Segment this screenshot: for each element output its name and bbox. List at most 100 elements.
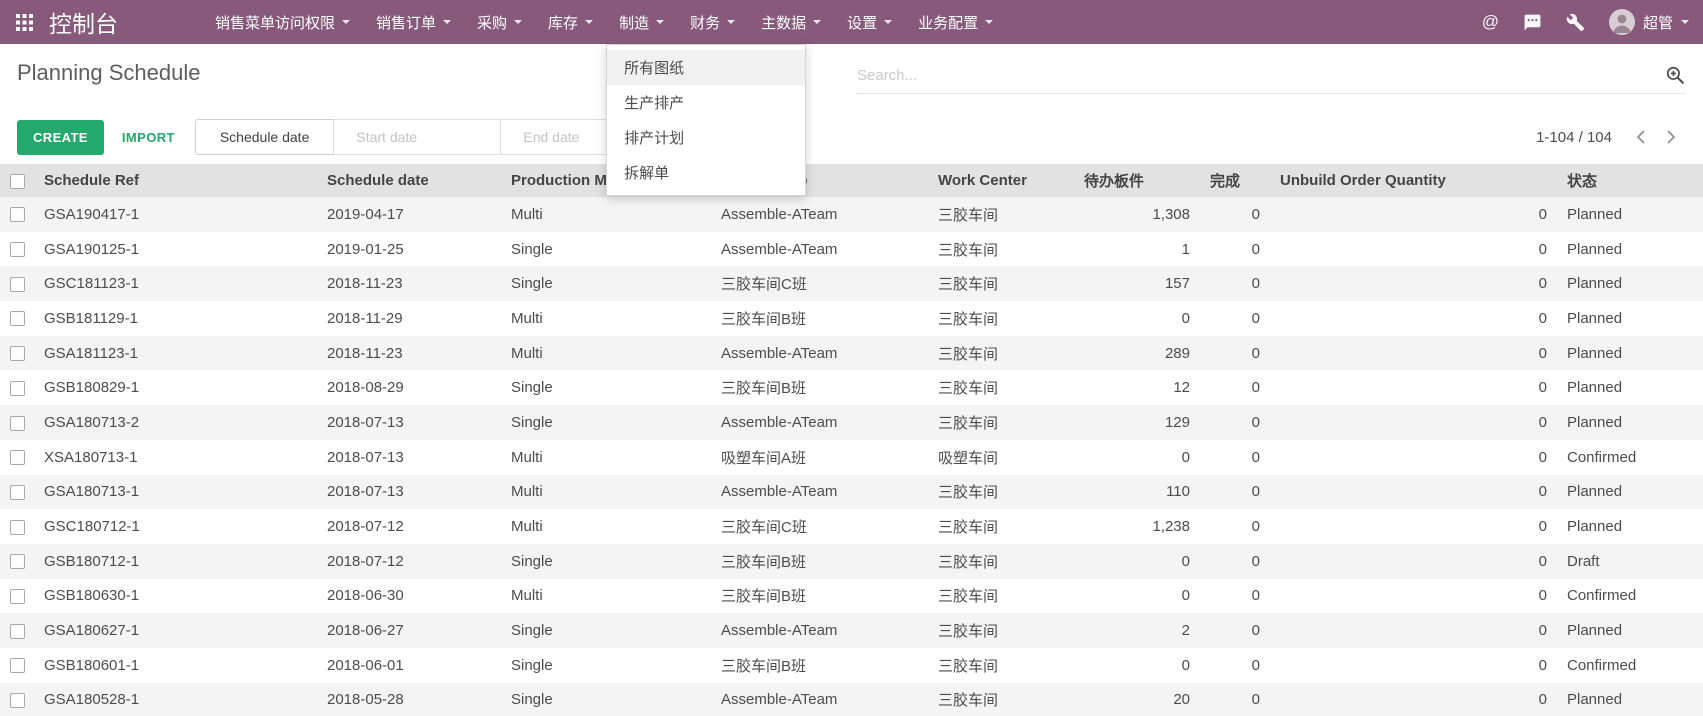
column-header-work-center[interactable]: Work Center xyxy=(928,164,1074,197)
apps-grid-icon[interactable] xyxy=(16,14,33,31)
cell-work-center: 三胶车间 xyxy=(928,579,1074,614)
cell-schedule-ref: GSA180713-1 xyxy=(34,475,317,510)
dropdown-menu-item[interactable]: 拆解单 xyxy=(607,155,805,190)
caret-down-icon xyxy=(656,20,664,24)
cell-pending-boards: 110 xyxy=(1074,475,1200,510)
row-checkbox[interactable] xyxy=(10,346,25,361)
create-button[interactable]: CREATE xyxy=(17,120,104,155)
table-row[interactable]: GSC181123-1 2018-11-23 Single 三胶车间C班 三胶车… xyxy=(0,266,1703,301)
menu-inventory[interactable]: 库存 xyxy=(535,0,606,44)
cell-schedule-ref: GSB180829-1 xyxy=(34,370,317,405)
top-navbar: 控制台 销售菜单访问权限 销售订单 采购 库存 制造 所有图纸 生产排产 排产计… xyxy=(0,0,1703,44)
column-header-done[interactable]: 完成 xyxy=(1200,164,1270,197)
select-all-checkbox[interactable] xyxy=(10,174,25,189)
row-checkbox[interactable] xyxy=(10,381,25,396)
row-checkbox[interactable] xyxy=(10,589,25,604)
table-row[interactable]: GSB180712-1 2018-07-12 Single 三胶车间B班 三胶车… xyxy=(0,544,1703,579)
mentions-icon[interactable]: @ xyxy=(1482,12,1499,32)
cell-status: Planned xyxy=(1557,197,1703,232)
cell-schedule-ref: XSA180713-1 xyxy=(34,440,317,475)
cell-schedule-ref: GSB180601-1 xyxy=(34,648,317,683)
cell-schedule-ref: GSA180528-1 xyxy=(34,683,317,716)
table-row[interactable]: GSA181123-1 2018-11-23 Multi Assemble-AT… xyxy=(0,336,1703,371)
advanced-search-zoom-icon[interactable] xyxy=(1665,65,1686,86)
cell-work-center: 三胶车间 xyxy=(928,613,1074,648)
chat-icon[interactable] xyxy=(1523,13,1542,32)
cell-unbuild-qty: 0 xyxy=(1270,370,1557,405)
row-checkbox[interactable] xyxy=(10,554,25,569)
user-menu[interactable]: 超管 xyxy=(1609,9,1689,35)
table-row[interactable]: GSA180713-1 2018-07-13 Multi Assemble-AT… xyxy=(0,475,1703,510)
menu-purchase[interactable]: 采购 xyxy=(464,0,535,44)
cell-work-center: 三胶车间 xyxy=(928,232,1074,267)
row-checkbox[interactable] xyxy=(10,277,25,292)
table-row[interactable]: GSB180829-1 2018-08-29 Single 三胶车间B班 三胶车… xyxy=(0,370,1703,405)
cell-work-center: 吸塑车间 xyxy=(928,440,1074,475)
cell-pending-boards: 129 xyxy=(1074,405,1200,440)
menu-manufacturing[interactable]: 制造 所有图纸 生产排产 排产计划 拆解单 xyxy=(606,0,677,44)
cell-unbuild-qty: 0 xyxy=(1270,440,1557,475)
dropdown-menu-item[interactable]: 所有图纸 xyxy=(607,50,805,85)
table-row[interactable]: GSA180627-1 2018-06-27 Single Assemble-A… xyxy=(0,613,1703,648)
import-button[interactable]: IMPORT xyxy=(122,130,175,145)
cell-schedule-date: 2018-07-13 xyxy=(317,405,501,440)
table-row[interactable]: GSA180713-2 2018-07-13 Single Assemble-A… xyxy=(0,405,1703,440)
menu-master-data[interactable]: 主数据 xyxy=(748,0,834,44)
cell-done: 0 xyxy=(1200,232,1270,267)
app-brand-title[interactable]: 控制台 xyxy=(49,5,118,39)
cell-production-mode: Multi xyxy=(501,197,711,232)
pager-next-icon[interactable] xyxy=(1656,122,1686,152)
row-checkbox[interactable] xyxy=(10,416,25,431)
pager-range-text: 1-104 / 104 xyxy=(1536,129,1612,146)
cell-status: Draft xyxy=(1557,544,1703,579)
table-row[interactable]: XSA180713-1 2018-07-13 Multi 吸塑车间A班 吸塑车间… xyxy=(0,440,1703,475)
row-checkbox[interactable] xyxy=(10,693,25,708)
table-row[interactable]: GSC180712-1 2018-07-12 Multi 三胶车间C班 三胶车间… xyxy=(0,509,1703,544)
schedule-date-filter-button[interactable]: Schedule date xyxy=(195,119,335,155)
table-row[interactable]: GSB181129-1 2018-11-29 Multi 三胶车间B班 三胶车间… xyxy=(0,301,1703,336)
dropdown-menu-item[interactable]: 排产计划 xyxy=(607,120,805,155)
menu-sales-order[interactable]: 销售订单 xyxy=(363,0,464,44)
cell-work-center: 三胶车间 xyxy=(928,509,1074,544)
table-row[interactable]: GSB180630-1 2018-06-30 Multi 三胶车间B班 三胶车间… xyxy=(0,579,1703,614)
cell-status: Confirmed xyxy=(1557,648,1703,683)
row-checkbox[interactable] xyxy=(10,242,25,257)
table-row[interactable]: GSA180528-1 2018-05-28 Single Assemble-A… xyxy=(0,683,1703,716)
menu-settings[interactable]: 设置 xyxy=(834,0,905,44)
row-checkbox[interactable] xyxy=(10,520,25,535)
cell-status: Planned xyxy=(1557,370,1703,405)
caret-down-icon xyxy=(1681,20,1689,24)
column-header-unbuild-qty[interactable]: Unbuild Order Quantity xyxy=(1270,164,1557,197)
row-checkbox[interactable] xyxy=(10,485,25,500)
menu-sales-access[interactable]: 销售菜单访问权限 xyxy=(202,0,363,44)
search-input[interactable] xyxy=(857,67,1655,84)
row-checkbox[interactable] xyxy=(10,311,25,326)
cell-production-mode: Multi xyxy=(501,301,711,336)
column-header-schedule-ref[interactable]: Schedule Ref xyxy=(34,164,317,197)
pager-previous-icon[interactable] xyxy=(1626,122,1656,152)
cell-work-center: 三胶车间 xyxy=(928,683,1074,716)
row-checkbox[interactable] xyxy=(10,450,25,465)
menu-business-config[interactable]: 业务配置 xyxy=(905,0,1006,44)
cell-pending-boards: 0 xyxy=(1074,648,1200,683)
cell-unbuild-qty: 0 xyxy=(1270,197,1557,232)
cell-unbuild-qty: 0 xyxy=(1270,266,1557,301)
row-checkbox[interactable] xyxy=(10,624,25,639)
table-row[interactable]: GSB180601-1 2018-06-01 Single 三胶车间B班 三胶车… xyxy=(0,648,1703,683)
caret-down-icon xyxy=(813,20,821,24)
row-checkbox[interactable] xyxy=(10,207,25,222)
tools-wrench-icon[interactable] xyxy=(1566,13,1585,32)
column-header-pending-boards[interactable]: 待办板件 xyxy=(1074,164,1200,197)
start-date-input[interactable]: Start date xyxy=(333,119,501,155)
cell-work-group: 三胶车间B班 xyxy=(711,370,928,405)
column-header-status[interactable]: 状态 xyxy=(1557,164,1703,197)
row-checkbox[interactable] xyxy=(10,658,25,673)
table-row[interactable]: GSA190125-1 2019-01-25 Single Assemble-A… xyxy=(0,232,1703,267)
column-header-schedule-date[interactable]: Schedule date xyxy=(317,164,501,197)
table-header-row: Schedule Ref Schedule date Production Mo… xyxy=(0,164,1703,197)
table-row[interactable]: GSA190417-1 2019-04-17 Multi Assemble-AT… xyxy=(0,197,1703,232)
dropdown-menu-item[interactable]: 生产排产 xyxy=(607,85,805,120)
cell-pending-boards: 1,238 xyxy=(1074,509,1200,544)
cell-unbuild-qty: 0 xyxy=(1270,648,1557,683)
menu-accounting[interactable]: 财务 xyxy=(677,0,748,44)
